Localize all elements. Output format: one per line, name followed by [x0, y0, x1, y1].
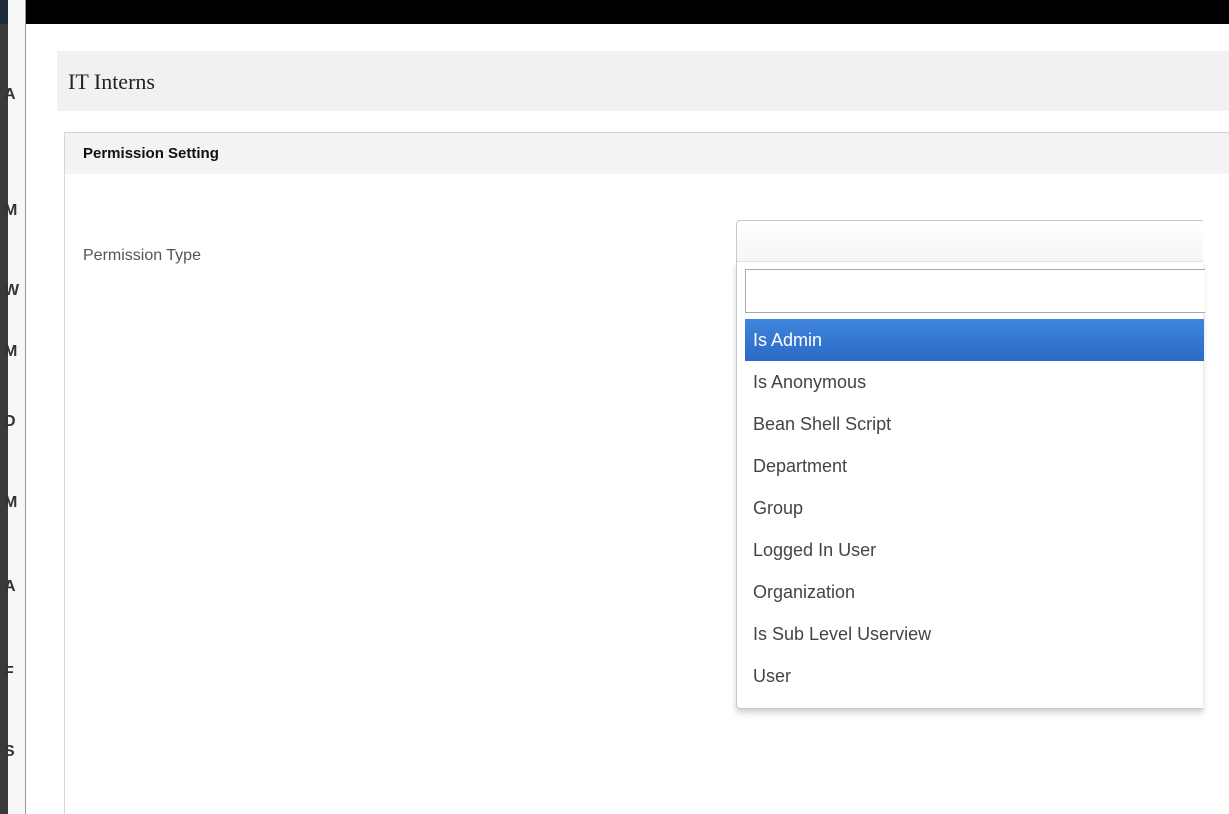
background-menu-letter: S [4, 743, 15, 760]
background-menu-letter: A [4, 578, 16, 595]
panel-title: Permission Setting [83, 145, 219, 162]
dropdown-option[interactable]: Organization [745, 571, 1204, 613]
dropdown-search-input[interactable] [745, 269, 1205, 313]
background-page: A M W M D M A F S [0, 0, 26, 814]
background-menu-letter: F [4, 664, 14, 681]
dropdown-options-list: Is Admin Is Anonymous Bean Shell Script Dep… [745, 319, 1204, 697]
permission-type-label: Permission Type [83, 247, 201, 264]
permission-type-select[interactable] [736, 220, 1203, 262]
dropdown-option[interactable]: Department [745, 445, 1204, 487]
dropdown-option[interactable]: Logged In User [745, 529, 1204, 571]
panel-heading: Permission Setting [65, 133, 1229, 174]
permission-type-dropdown: Is Admin Is Anonymous Bean Shell Script Dep… [736, 261, 1205, 709]
dropdown-option[interactable]: User [745, 655, 1204, 697]
background-menu-letter: D [4, 413, 16, 430]
dropdown-option[interactable]: Is Anonymous [745, 361, 1204, 403]
dropdown-option[interactable]: Is Admin [745, 319, 1204, 361]
background-menu-letter: W [4, 282, 20, 299]
dialog-title: IT Interns [68, 69, 155, 94]
background-menu-letter: M [4, 494, 18, 511]
dropdown-option[interactable]: Group [745, 487, 1204, 529]
background-menu-letter: M [4, 202, 18, 219]
dialog-header: IT Interns [57, 51, 1229, 111]
dropdown-option[interactable]: Is Sub Level Userview [745, 613, 1204, 655]
background-menu-letter: M [4, 343, 18, 360]
dropdown-option[interactable]: Bean Shell Script [745, 403, 1204, 445]
background-menu-letter: A [4, 86, 16, 103]
background-page-menu [8, 0, 26, 814]
